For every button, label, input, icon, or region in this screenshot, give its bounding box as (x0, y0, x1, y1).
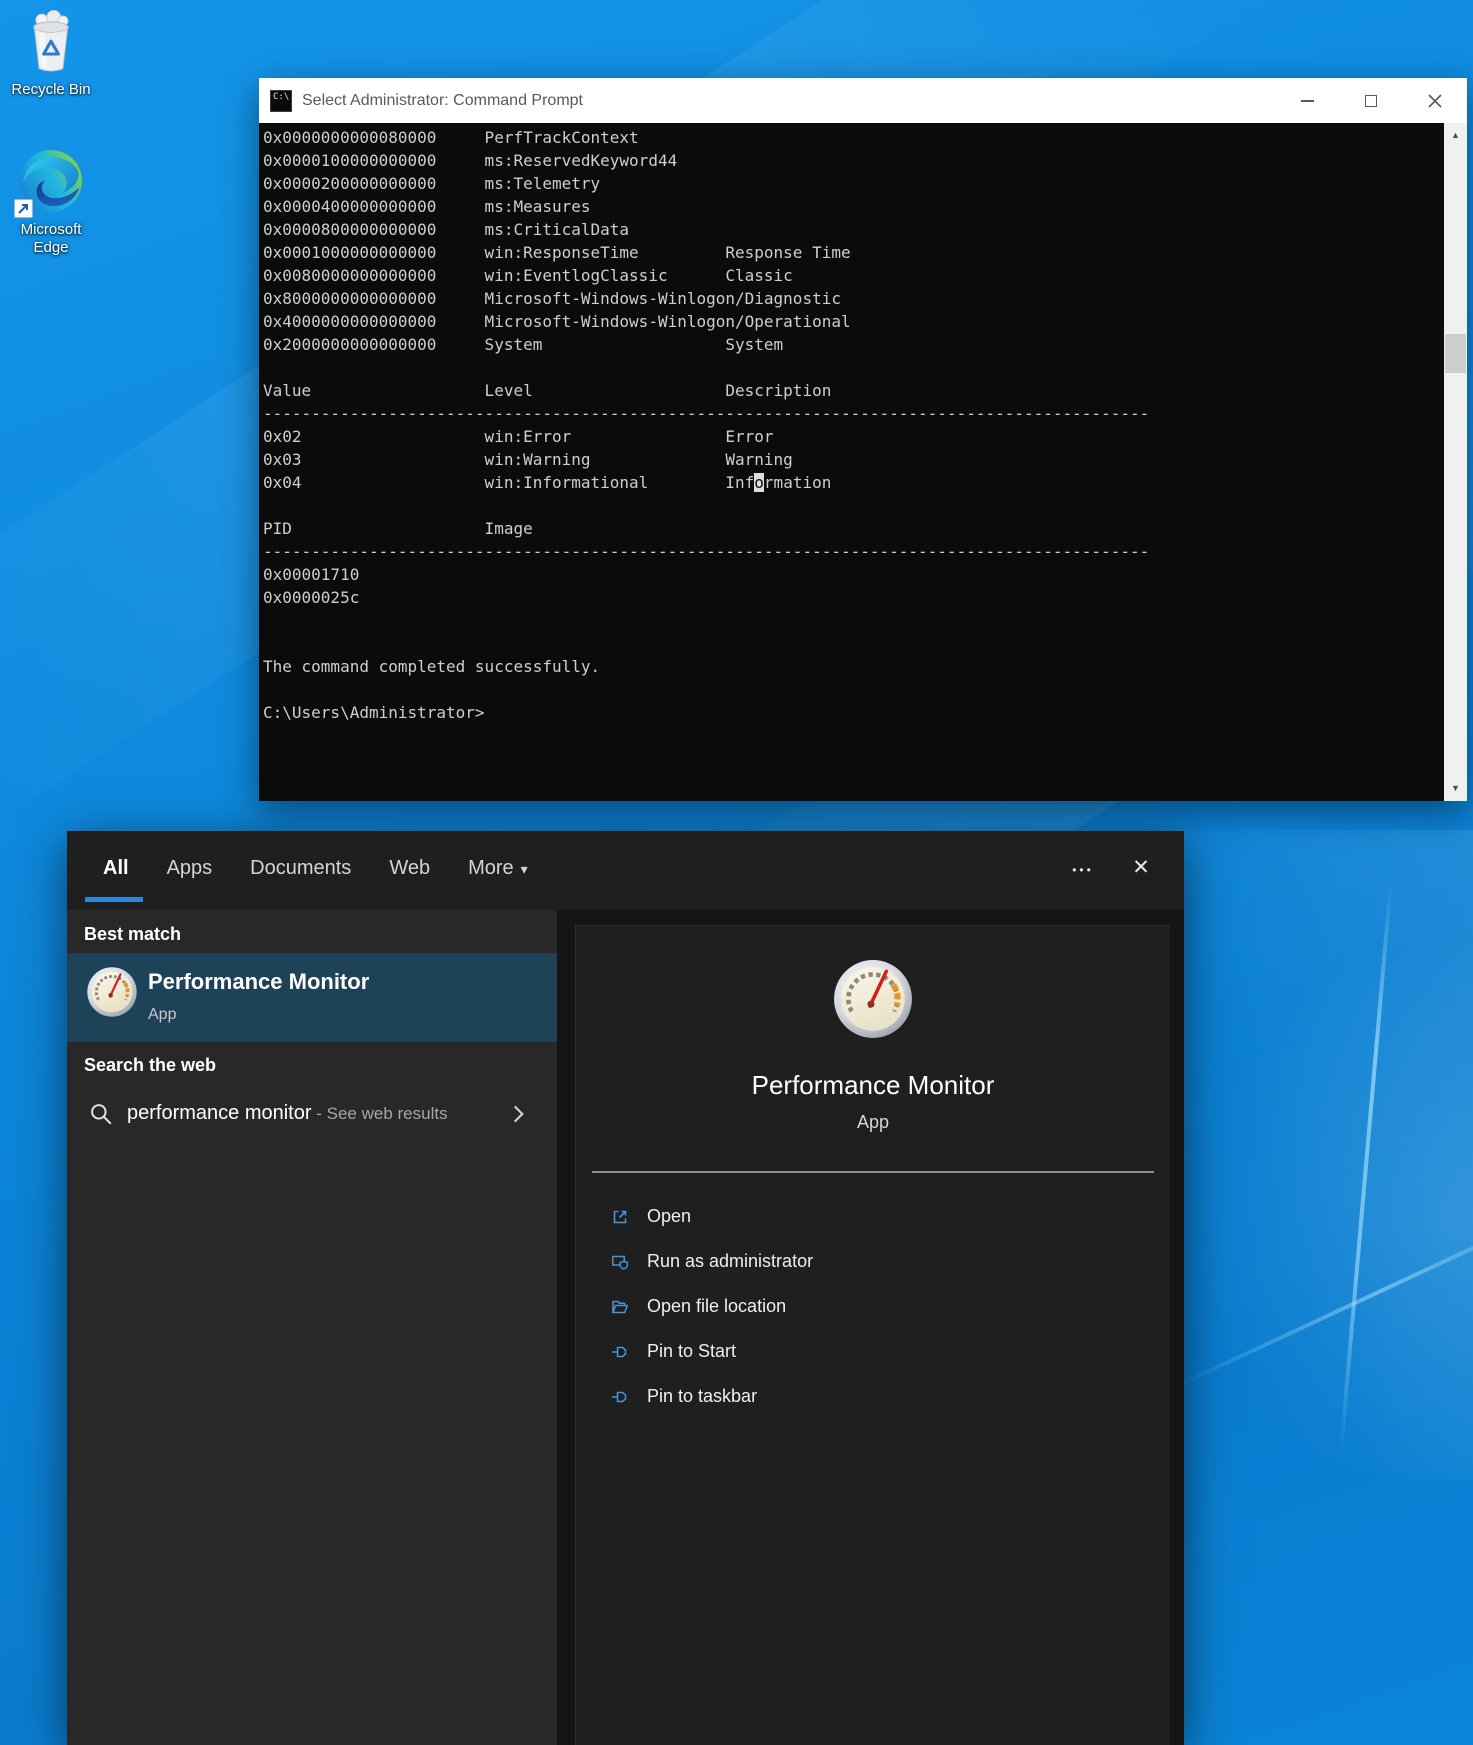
shortcut-arrow-icon (14, 199, 33, 218)
app-preview-panel: Performance Monitor App Open Run as (575, 925, 1170, 1745)
scrollbar-up-icon[interactable]: ▲ (1444, 123, 1467, 148)
action-label: Pin to taskbar (647, 1386, 757, 1407)
desktop-icon-recycle-bin[interactable]: Recycle Bin (7, 8, 95, 99)
maximize-button[interactable] (1339, 78, 1403, 123)
close-icon (1428, 94, 1442, 108)
scrollbar-down-icon[interactable]: ▼ (1444, 776, 1467, 801)
wallpaper-glow (1150, 900, 1473, 1540)
web-suggestion-text: performance monitor - See web results (127, 1102, 448, 1125)
best-match-subtitle: App (148, 1006, 176, 1024)
best-match-result[interactable]: Performance Monitor App (67, 953, 557, 1042)
search-web-section-label: Search the web (67, 1054, 557, 1076)
preview-divider (592, 1171, 1154, 1173)
wallpaper-window-edge (1169, 1189, 1473, 1391)
app-actions-list: Open Run as administrator Open file loca… (576, 1194, 1170, 1419)
minimize-button[interactable] (1275, 78, 1339, 123)
tab-apps[interactable]: Apps (167, 857, 213, 880)
preview-app-subtitle: App (576, 1112, 1170, 1133)
run-as-admin-icon (610, 1252, 630, 1272)
action-label: Open (647, 1206, 691, 1227)
scrollbar-thumb[interactable] (1445, 334, 1466, 373)
terminal-scrollbar[interactable]: ▲ ▼ (1444, 123, 1467, 801)
microsoft-edge-label: Microsoft Edge (12, 221, 90, 257)
terminal-titlebar[interactable]: Select Administrator: Command Prompt (259, 78, 1467, 123)
pin-icon (610, 1387, 630, 1407)
pin-icon (610, 1342, 630, 1362)
chevron-right-icon[interactable] (505, 1101, 531, 1127)
action-label: Run as administrator (647, 1251, 813, 1272)
best-match-section-label: Best match (67, 910, 557, 945)
search-preview-column: Performance Monitor App Open Run as (557, 910, 1184, 1745)
action-pin-to-taskbar[interactable]: Pin to taskbar (576, 1374, 1170, 1419)
maximize-icon (1365, 95, 1377, 107)
search-results-column: Best match Performance Monitor App Searc… (67, 910, 557, 1745)
tab-more[interactable]: More▾ (468, 857, 528, 880)
recycle-bin-label: Recycle Bin (7, 81, 95, 99)
cmd-icon (270, 90, 292, 112)
see-web-results-label: - See web results (312, 1104, 448, 1123)
more-options-button[interactable]: ••• (1068, 855, 1098, 885)
terminal-body[interactable]: 0x0000000000080000 PerfTrackContext 0x00… (259, 123, 1467, 801)
desktop-icon-microsoft-edge[interactable]: Microsoft Edge (7, 148, 95, 257)
chevron-down-icon: ▾ (521, 861, 528, 877)
tab-web[interactable]: Web (389, 857, 430, 880)
selected-tab-underline (85, 897, 143, 902)
action-run-as-administrator[interactable]: Run as administrator (576, 1239, 1170, 1284)
wallpaper-window-edge (1339, 879, 1393, 1452)
terminal-title: Select Administrator: Command Prompt (302, 92, 583, 110)
tab-all[interactable]: All (103, 857, 129, 880)
preview-app-title: Performance Monitor (576, 1070, 1170, 1100)
performance-monitor-icon-large (832, 958, 914, 1040)
open-icon (610, 1207, 630, 1227)
windows-search-panel: All Apps Documents Web More▾ ••• ✕ Best … (67, 831, 1184, 1745)
minimize-icon (1301, 100, 1314, 102)
action-label: Open file location (647, 1296, 786, 1317)
recycle-bin-icon (18, 8, 84, 78)
command-prompt-window: Select Administrator: Command Prompt 0x0… (259, 78, 1467, 801)
web-search-suggestion[interactable]: performance monitor - See web results (67, 1084, 557, 1146)
search-tabs-row: All Apps Documents Web More▾ ••• ✕ (67, 831, 1184, 910)
action-open[interactable]: Open (576, 1194, 1170, 1239)
close-button[interactable] (1403, 78, 1467, 123)
action-open-file-location[interactable]: Open file location (576, 1284, 1170, 1329)
action-label: Pin to Start (647, 1341, 736, 1362)
performance-monitor-icon (86, 966, 138, 1018)
open-file-location-icon (610, 1297, 630, 1317)
best-match-title: Performance Monitor (148, 969, 369, 995)
search-close-button[interactable]: ✕ (1124, 851, 1158, 885)
action-pin-to-start[interactable]: Pin to Start (576, 1329, 1170, 1374)
tab-documents[interactable]: Documents (250, 857, 351, 880)
wallpaper-window-shape (1173, 830, 1473, 1480)
search-icon (88, 1101, 114, 1127)
console-text: 0x0000000000080000 PerfTrackContext 0x00… (259, 123, 1467, 724)
